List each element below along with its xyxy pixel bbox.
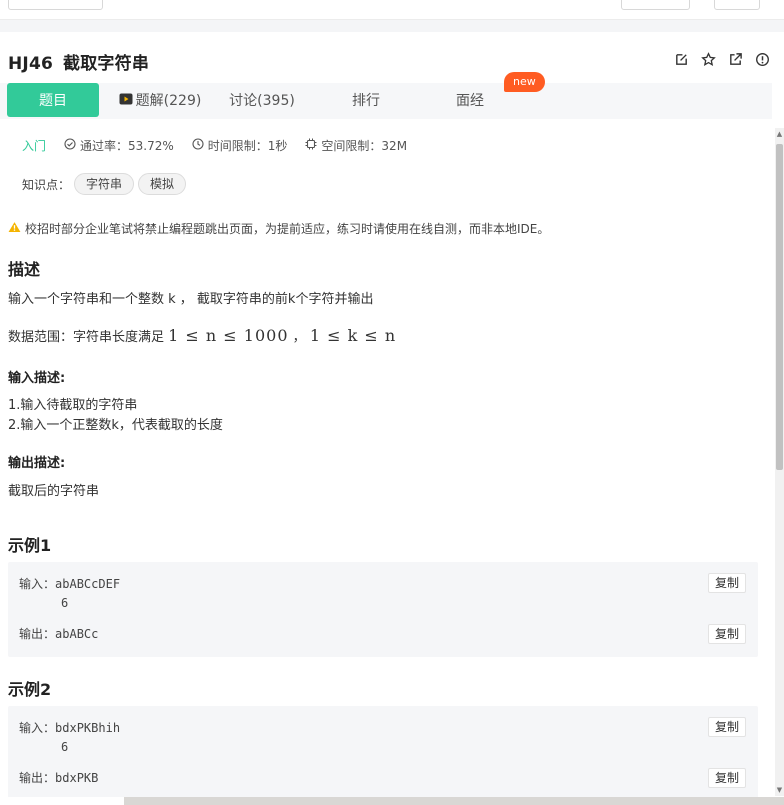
- warning-text: 校招时部分企业笔试将禁止编程题跳出页面，为提前适应，练习时请使用在线自测，而非本…: [25, 222, 550, 236]
- exam-warning: 校招时部分企业笔试将禁止编程题跳出页面，为提前适应，练习时请使用在线自测，而非本…: [8, 220, 549, 237]
- top-toolbar-button-right-2[interactable]: [714, 0, 760, 10]
- tab-interview[interactable]: 面经: [444, 83, 496, 119]
- example-1-input-line-2: 6: [61, 596, 69, 610]
- example-1-output: 输出：abABCc: [19, 625, 98, 642]
- pass-rate: 通过率：53.72%: [64, 137, 174, 154]
- tab-problem[interactable]: 题目: [7, 83, 99, 117]
- output-desc-text: 截取后的字符串: [8, 484, 100, 499]
- example-2: 输入：bdxPKBhih 6 输出：bdxPKB 复制 复制: [8, 706, 758, 801]
- vertical-scrollbar[interactable]: ▲ ▼: [775, 128, 784, 796]
- scrollbar-thumb[interactable]: [776, 144, 783, 470]
- problem-name: 截取字符串: [63, 54, 150, 74]
- new-badge: new: [504, 72, 545, 92]
- tab-solutions[interactable]: 题解(229): [112, 83, 208, 119]
- bottom-edge-segment: [0, 797, 124, 805]
- edit-icon[interactable]: [674, 52, 689, 67]
- clock-icon: [192, 138, 204, 153]
- example-2-input-line-2: 6: [61, 740, 69, 754]
- example-2-input: 输入：bdxPKBhih: [19, 719, 120, 736]
- title-actions: [674, 52, 770, 67]
- video-icon: [119, 83, 133, 119]
- top-toolbar-button-right-1[interactable]: [621, 0, 690, 10]
- space-limit-text: 空间限制：32M: [321, 139, 408, 153]
- description-heading: 描述: [8, 260, 41, 279]
- tag-string[interactable]: 字符串: [74, 173, 135, 195]
- difficulty-level: 入门: [22, 139, 47, 153]
- star-icon[interactable]: [701, 52, 716, 67]
- input-desc-heading: 输入描述:: [8, 371, 66, 386]
- copy-input-button-2[interactable]: 复制: [707, 717, 746, 737]
- example-2-heading: 示例2: [8, 680, 52, 699]
- top-toolbar-strip: [0, 0, 784, 20]
- output-desc-heading: 输出描述:: [8, 456, 66, 471]
- tags-label: 知识点：: [22, 177, 71, 192]
- example-1-output-value: abABCc: [55, 627, 99, 641]
- example-2-output-value: bdxPKB: [55, 771, 99, 785]
- data-range: 数据范围：字符串长度满足 1 ≤ n ≤ 1000 ， 1 ≤ k ≤ n: [8, 326, 396, 345]
- check-circle-icon: [64, 138, 76, 153]
- bottom-edge: [0, 797, 784, 805]
- example-1-input-label: 输入：: [19, 577, 56, 591]
- copy-output-button-2[interactable]: 复制: [707, 768, 746, 788]
- info-icon[interactable]: [755, 52, 770, 67]
- tag-simulation[interactable]: 模拟: [138, 173, 187, 195]
- copy-input-button[interactable]: 复制: [707, 573, 746, 593]
- example-2-output: 输出：bdxPKB: [19, 769, 98, 786]
- example-1-input-line-1: abABCcDEF: [55, 577, 121, 591]
- example-1: 输入：abABCcDEF 6 输出：abABCc 复制 复制: [8, 562, 758, 657]
- tab-discussion[interactable]: 讨论(395): [222, 83, 302, 119]
- problem-code: HJ46: [8, 54, 54, 74]
- problem-tabs: 题目 题解(229) 讨论(395) 排行 面经: [0, 83, 772, 119]
- example-2-input-line-1: bdxPKBhih: [55, 721, 121, 735]
- external-link-icon[interactable]: [728, 52, 743, 67]
- problem-title: HJ46 截取字符串: [8, 49, 149, 74]
- example-2-output-label: 输出：: [19, 771, 56, 785]
- chip-icon: [305, 138, 317, 153]
- example-1-output-label: 输出：: [19, 627, 56, 641]
- top-toolbar-button-left[interactable]: [8, 0, 103, 10]
- range-separator: ，: [292, 330, 306, 345]
- input-desc-line-2: 2.输入一个正整数k，代表截取的长度: [8, 418, 223, 433]
- example-1-heading: 示例1: [8, 536, 52, 555]
- description-text: 输入一个字符串和一个整数 k ， 截取字符串的前k个字符并输出: [8, 292, 374, 307]
- data-range-label: 数据范围：字符串长度满足: [8, 330, 165, 345]
- example-1-input: 输入：abABCcDEF: [19, 575, 120, 592]
- input-desc-line-1: 1.输入待截取的字符串: [8, 398, 138, 413]
- pass-rate-text: 通过率：53.72%: [80, 139, 174, 153]
- copy-output-button[interactable]: 复制: [707, 624, 746, 644]
- scroll-up-icon[interactable]: ▲: [776, 130, 783, 138]
- example-2-input-label: 输入：: [19, 721, 56, 735]
- scroll-down-icon[interactable]: ▼: [776, 786, 783, 794]
- time-limit: 时间限制：1秒: [192, 137, 288, 154]
- range-n: 1 ≤ n ≤ 1000: [168, 326, 289, 345]
- knowledge-tags: 知识点： 字符串 模拟: [22, 173, 187, 195]
- tab-ranking[interactable]: 排行: [340, 83, 392, 119]
- problem-meta: 入门 通过率：53.72% 时间限制：1秒 空间限制：32M: [22, 137, 407, 154]
- range-k: 1 ≤ k ≤ n: [309, 326, 397, 345]
- warning-icon: [8, 221, 21, 236]
- tab-solutions-label: 题解(229): [135, 93, 202, 109]
- space-limit: 空间限制：32M: [305, 137, 407, 154]
- time-limit-text: 时间限制：1秒: [207, 139, 288, 153]
